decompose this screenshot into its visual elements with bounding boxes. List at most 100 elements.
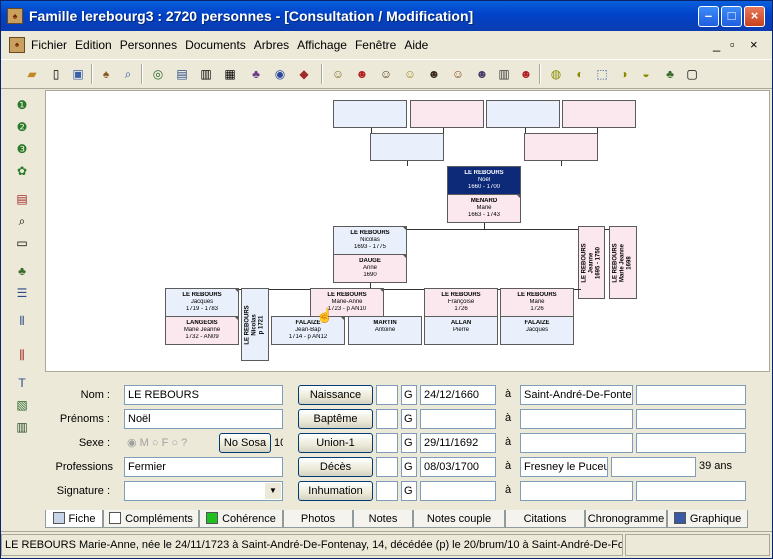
inhumation-date[interactable] xyxy=(420,481,496,501)
selection-icon[interactable]: ⬚ xyxy=(593,65,611,83)
naissance-place[interactable]: Saint-André-De-Fonte xyxy=(520,385,633,405)
parent-icon[interactable]: ☺ xyxy=(449,65,467,83)
person-icon[interactable]: ☺ xyxy=(329,65,347,83)
menu-documents[interactable]: Documents xyxy=(181,38,250,52)
link-icon[interactable]: ◎ xyxy=(149,65,167,83)
person-edit-icon[interactable]: ☺ xyxy=(377,65,395,83)
no-sosa-button[interactable]: No Sosa xyxy=(219,433,271,453)
grandchild-box[interactable]: LE REBOURS Jacques 1719 - 1783 xyxy=(165,288,239,317)
person-light-icon[interactable]: ☺ xyxy=(401,65,419,83)
bapteme-calendar[interactable]: G xyxy=(401,409,417,429)
bapteme-date[interactable] xyxy=(420,409,496,429)
nav-home-icon[interactable]: ✿ xyxy=(13,162,31,180)
add-person-icon[interactable]: ☻ xyxy=(353,65,371,83)
tab-graphique[interactable]: Graphique xyxy=(667,510,748,528)
tab-notes-couple[interactable]: Notes couple xyxy=(413,510,505,528)
deces-date[interactable]: 08/03/1700 xyxy=(420,457,496,477)
tab-coherence[interactable]: Cohérence xyxy=(199,510,283,528)
menu-arbres[interactable]: Arbres xyxy=(250,38,293,52)
naissance-qualifier[interactable] xyxy=(376,385,398,405)
menu-fenetre[interactable]: Fenêtre xyxy=(351,38,400,52)
bapteme-extra[interactable] xyxy=(636,409,746,429)
close-button[interactable]: × xyxy=(744,6,765,27)
naissance-date[interactable]: 24/12/1660 xyxy=(420,385,496,405)
union-extra[interactable] xyxy=(636,433,746,453)
nav-1-icon[interactable]: ❶ xyxy=(13,96,31,114)
deces-qualifier[interactable] xyxy=(376,457,398,477)
sexe-m-radio[interactable]: ◉ M xyxy=(127,437,149,449)
inhumation-calendar[interactable]: G xyxy=(401,481,417,501)
printer-icon[interactable]: ▭ xyxy=(13,234,31,252)
grandchild-spouse-box[interactable]: FALAIZE Jacques xyxy=(500,316,574,345)
genealogy-icon[interactable]: ♣ xyxy=(661,65,679,83)
split-icon[interactable]: ⫼ xyxy=(13,346,31,364)
maximize-button[interactable]: □ xyxy=(721,6,742,27)
union-place[interactable] xyxy=(520,433,633,453)
child-box[interactable]: LE REBOURS Nicolas 1693 - 1775 xyxy=(333,226,407,255)
tab-photos[interactable]: Photos xyxy=(283,510,353,528)
family-tree-canvas[interactable]: LE REBOURS Noël 1660 - 1700 MENARD Marie… xyxy=(45,90,770,372)
sexe-unknown-radio[interactable]: ○ ? xyxy=(171,437,187,449)
grandchild-box[interactable]: LE REBOURS Marie 1726 xyxy=(500,288,574,317)
deces-calendar[interactable]: G xyxy=(401,457,417,477)
selected-person-box[interactable]: LE REBOURS Noël 1660 - 1700 xyxy=(447,166,521,195)
tab-chronogramme[interactable]: Chronogramme xyxy=(585,510,667,528)
prenoms-input[interactable]: Noël xyxy=(124,409,283,429)
ancestor-empty-box[interactable] xyxy=(410,100,484,128)
copy-icon[interactable]: ▧ xyxy=(13,396,31,414)
union-date[interactable]: 29/11/1692 xyxy=(420,433,496,453)
tab-fiche[interactable]: Fiche xyxy=(45,510,103,528)
sexe-radio-group[interactable]: ◉ M ○ F ○ ? xyxy=(127,436,187,449)
inhumation-place[interactable] xyxy=(520,481,633,501)
notebook-icon[interactable]: ▤ xyxy=(173,65,191,83)
family-tree-icon[interactable]: ♣ xyxy=(13,262,31,280)
tag-icon[interactable]: ◆ xyxy=(295,65,313,83)
naissance-button[interactable]: Naissance xyxy=(298,385,373,405)
deces-extra[interactable] xyxy=(611,457,696,477)
nav-3-icon[interactable]: ❸ xyxy=(13,140,31,158)
mdi-close-icon[interactable]: × xyxy=(750,37,758,52)
inhumation-qualifier[interactable] xyxy=(376,481,398,501)
inhumation-extra[interactable] xyxy=(636,481,746,501)
app-logo-icon[interactable]: ♠ xyxy=(7,8,23,24)
tab-citations[interactable]: Citations xyxy=(505,510,585,528)
grandchild-vertical-box[interactable]: LE REBOURS Nicolas p 1721 xyxy=(241,288,269,361)
grandchild-spouse-box[interactable]: MARTIN Antoine xyxy=(348,316,422,345)
globe-icon[interactable]: ◉ xyxy=(271,65,289,83)
window-icon[interactable]: ▥ xyxy=(13,418,31,436)
new-file-icon[interactable]: ▯ xyxy=(47,65,65,83)
save-icon[interactable]: ▣ xyxy=(69,65,87,83)
print-list-icon[interactable]: ▤ xyxy=(13,190,31,208)
ancestor-tree-icon[interactable]: ◐ xyxy=(571,65,589,83)
bapteme-button[interactable]: Baptême xyxy=(298,409,373,429)
menu-personnes[interactable]: Personnes xyxy=(116,38,181,52)
nav-2-icon[interactable]: ❷ xyxy=(13,118,31,136)
open-folder-icon[interactable]: ▰ xyxy=(23,65,41,83)
parent-empty-box[interactable] xyxy=(524,133,598,161)
parent-empty-box[interactable] xyxy=(370,133,444,161)
tab-complements[interactable]: Compléments xyxy=(103,510,199,528)
grandchild-spouse-box[interactable]: FALAIZE Jean-Bap 1714 - p AN12 xyxy=(271,316,345,345)
menu-fichier[interactable]: Fichier xyxy=(27,38,71,52)
timeline-icon[interactable]: ⦀ xyxy=(13,312,31,330)
tab-notes[interactable]: Notes xyxy=(353,510,413,528)
fullscreen-icon[interactable]: ▢ xyxy=(683,65,701,83)
deces-button[interactable]: Décès xyxy=(298,457,373,477)
print-preview-icon[interactable]: ⌕ xyxy=(13,212,31,230)
naissance-calendar[interactable]: G xyxy=(401,385,417,405)
find-tree-icon[interactable]: ◒ xyxy=(637,65,655,83)
nom-input[interactable]: LE REBOURS xyxy=(124,385,283,405)
ancestor-empty-box[interactable] xyxy=(562,100,636,128)
menu-aide[interactable]: Aide xyxy=(400,38,432,52)
grandchild-spouse-box[interactable]: LANGEOIS Marie Jeanne 1732 - AN09 xyxy=(165,316,239,345)
menu-edition[interactable]: Edition xyxy=(71,38,116,52)
child-spouse-box[interactable]: DAUGE Anne 1690 xyxy=(333,254,407,283)
bapteme-qualifier[interactable] xyxy=(376,409,398,429)
chevron-down-icon[interactable]: ▼ xyxy=(265,483,281,499)
trash-icon[interactable]: ▥ xyxy=(495,65,513,83)
child-vertical-box[interactable]: LE REBOURS Jeanne 1695 - 1750 xyxy=(578,226,605,299)
professions-input[interactable]: Fermier xyxy=(124,457,283,477)
naissance-extra[interactable] xyxy=(636,385,746,405)
list-dropdown-icon[interactable]: ▦ xyxy=(221,65,239,83)
book-icon[interactable]: ▥ xyxy=(197,65,215,83)
